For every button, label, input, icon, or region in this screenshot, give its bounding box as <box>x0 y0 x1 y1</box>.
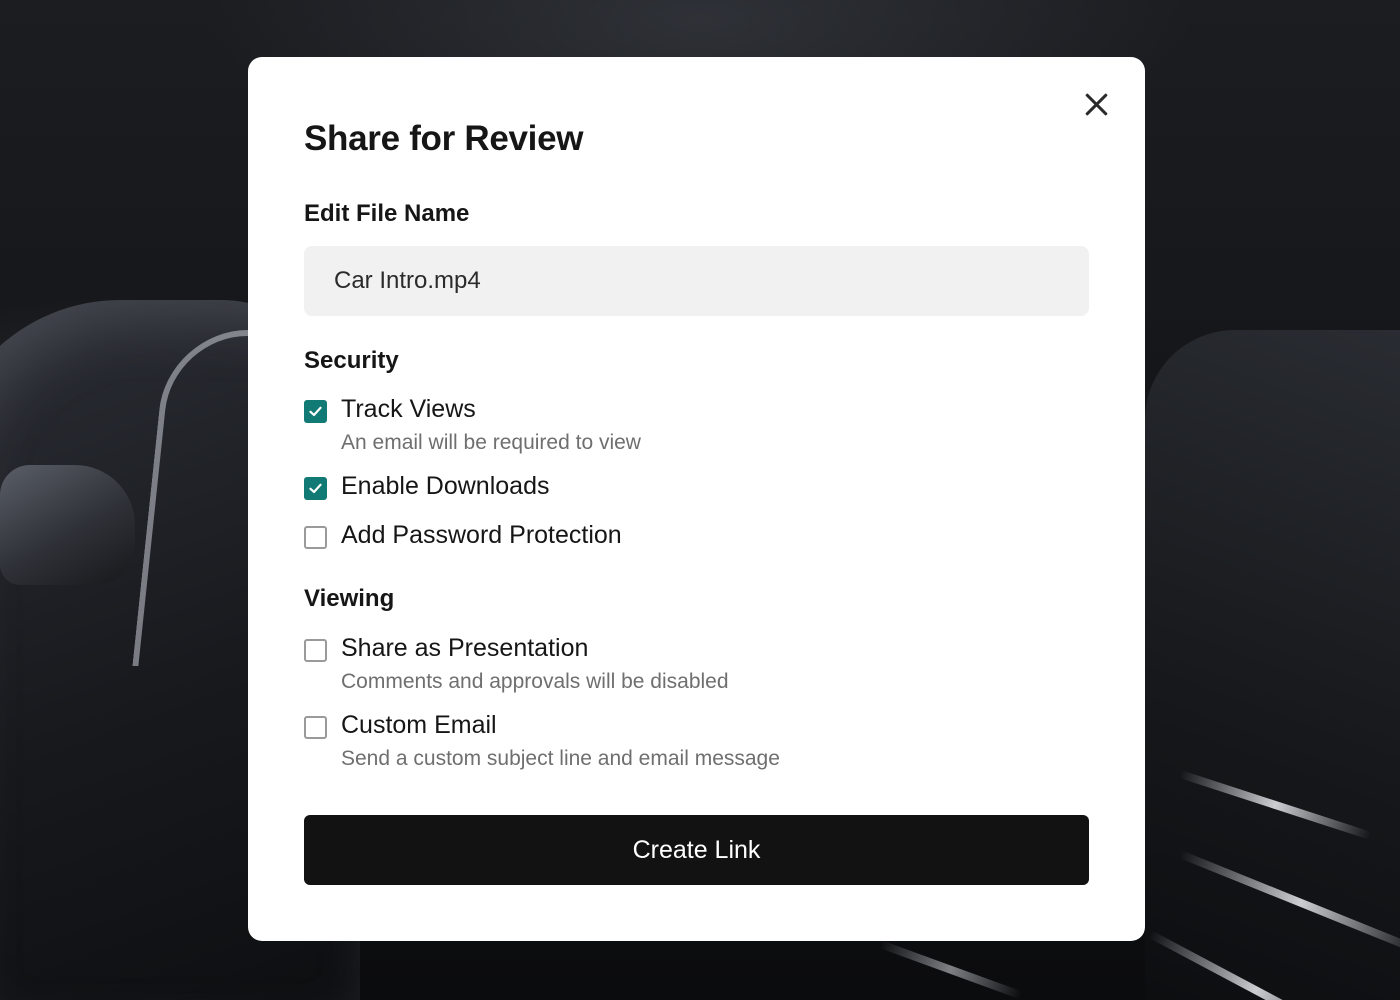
close-icon[interactable] <box>1082 89 1112 119</box>
background-light-streak <box>878 940 1023 1000</box>
custom-email-description: Send a custom subject line and email mes… <box>341 747 780 770</box>
checkmark-icon <box>309 483 322 494</box>
track-views-checkbox[interactable] <box>304 400 327 423</box>
checkmark-icon <box>309 406 322 417</box>
background-car-mirror <box>0 465 135 585</box>
share-as-presentation-label[interactable]: Share as Presentation <box>341 634 588 663</box>
share-as-presentation-description: Comments and approvals will be disabled <box>341 670 729 693</box>
edit-file-name-label: Edit File Name <box>304 200 470 227</box>
password-protection-checkbox[interactable] <box>304 526 327 549</box>
track-views-description: An email will be required to view <box>341 431 641 454</box>
password-protection-label[interactable]: Add Password Protection <box>341 521 622 550</box>
security-section-label: Security <box>304 347 399 374</box>
custom-email-checkbox[interactable] <box>304 716 327 739</box>
track-views-label[interactable]: Track Views <box>341 395 476 424</box>
enable-downloads-label[interactable]: Enable Downloads <box>341 472 549 501</box>
enable-downloads-checkbox[interactable] <box>304 477 327 500</box>
share-as-presentation-checkbox[interactable] <box>304 639 327 662</box>
create-link-button[interactable]: Create Link <box>304 815 1089 885</box>
modal-title: Share for Review <box>304 119 584 158</box>
share-for-review-modal: Share for Review Edit File Name Security… <box>248 57 1145 941</box>
background-car-right <box>1145 330 1400 1000</box>
custom-email-label[interactable]: Custom Email <box>341 711 497 740</box>
viewing-section-label: Viewing <box>304 585 395 612</box>
file-name-input[interactable] <box>304 246 1089 316</box>
